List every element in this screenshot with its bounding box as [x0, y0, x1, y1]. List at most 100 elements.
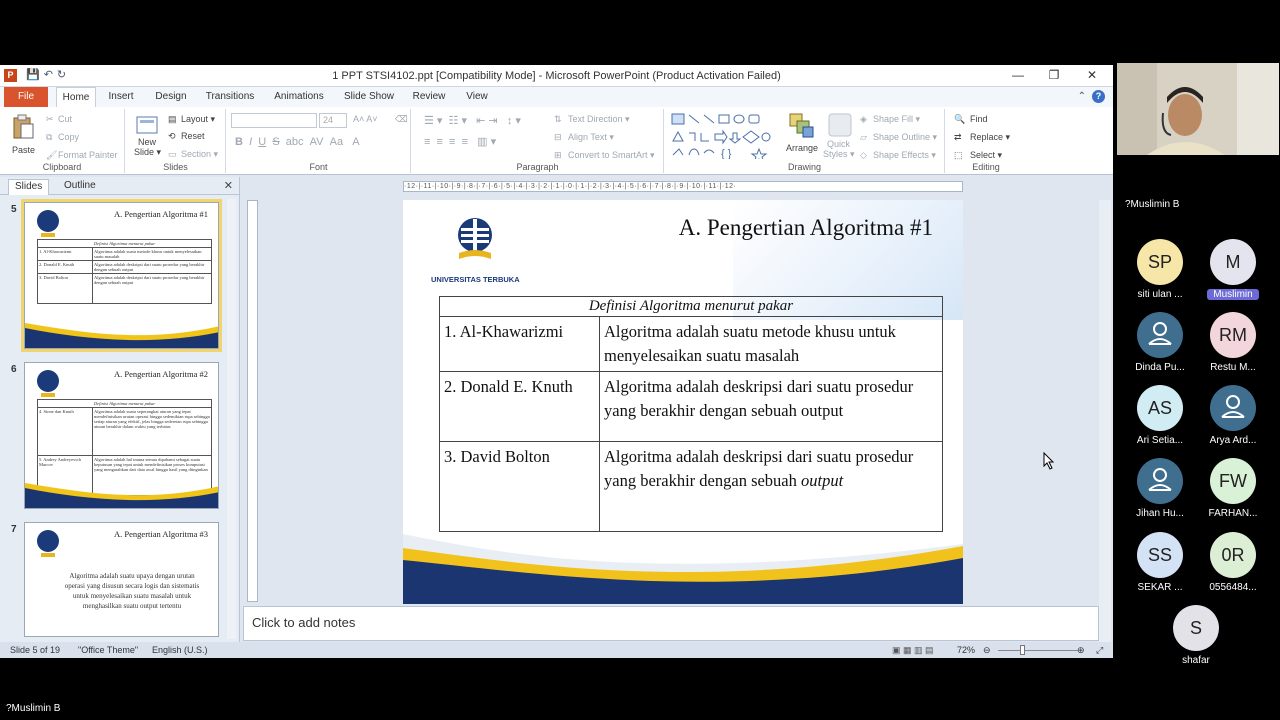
new-slide-button-line2[interactable]: Slide ▾ — [134, 147, 161, 158]
window-title: 1 PPT STSI4102.ppt [Compatibility Mode] … — [332, 70, 781, 82]
university-logo-icon — [37, 210, 59, 237]
cut-button[interactable]: Cut — [58, 114, 72, 124]
paste-button[interactable]: Paste — [12, 145, 35, 155]
view-buttons-icon[interactable]: ▣ ▦ ▥ ▤ — [892, 645, 934, 656]
tab-animations[interactable]: Animations — [269, 87, 329, 107]
slide-wave-decoration — [403, 534, 963, 604]
help-icon[interactable]: ? — [1092, 90, 1105, 103]
shapes-gallery-icon[interactable]: { } — [671, 113, 775, 159]
text-direction-button[interactable]: Text Direction ▾ — [568, 114, 630, 125]
participant-avatar[interactable]: FW — [1210, 458, 1256, 504]
tab-slides[interactable]: Slides — [8, 179, 50, 195]
tab-insert[interactable]: Insert — [101, 87, 141, 107]
new-slide-button-line1[interactable]: New — [138, 137, 156, 147]
zoom-slider[interactable] — [998, 650, 1078, 651]
slide-title[interactable]: A. Pengertian Algoritma #1 — [679, 215, 933, 241]
font-name-box[interactable] — [231, 113, 317, 128]
participant-avatar[interactable] — [1137, 312, 1183, 358]
font-style-icons[interactable]: B I U S abc AV Aa A — [235, 136, 360, 148]
fit-slide-icon[interactable]: ⤢ — [1096, 645, 1103, 656]
shape-effects-button[interactable]: Shape Effects ▾ — [873, 150, 936, 161]
participant-name: 0556484... — [1209, 582, 1257, 593]
thumbnail-body: Algoritma adalah suatu upaya dengan urut… — [64, 572, 200, 610]
tab-home[interactable]: Home — [56, 87, 96, 107]
new-slide-icon[interactable] — [136, 115, 160, 135]
shape-outline-button[interactable]: Shape Outline ▾ — [873, 132, 937, 143]
tab-transitions[interactable]: Transitions — [201, 87, 259, 107]
thumbnail-title: A. Pengertian Algoritma #2 — [114, 369, 208, 379]
align-text-button[interactable]: Align Text ▾ — [568, 132, 614, 143]
definition-output: output — [801, 401, 844, 420]
section-button[interactable]: Section ▾ — [181, 149, 218, 160]
shape-fill-button[interactable]: Shape Fill ▾ — [873, 114, 920, 125]
tab-review[interactable]: Review — [408, 87, 450, 107]
minimize-ribbon-icon[interactable]: ⌃ — [1078, 91, 1086, 102]
slide-canvas[interactable]: UNIVERSITAS TERBUKA A. Pengertian Algori… — [403, 200, 963, 604]
drawing-group: { } Arrange Quick Styles ▾ ◈ Shape Fill … — [665, 109, 945, 173]
zoom-in-icon[interactable]: ⊕ — [1077, 645, 1085, 656]
participant-avatar[interactable]: M — [1210, 239, 1256, 285]
close-button[interactable]: ✕ — [1074, 68, 1110, 82]
slides-group: New Slide ▾ ▤ Layout ▾ ⟲ Reset ▭ Section… — [126, 109, 226, 173]
close-panel-icon[interactable]: ✕ — [224, 179, 233, 192]
tab-design[interactable]: Design — [150, 87, 192, 107]
thumbnail-number: 6 — [11, 364, 17, 375]
participant-avatar[interactable]: RM — [1210, 312, 1256, 358]
table-row: 1. Al-Khawarizmi Algoritma adalah suatu … — [439, 316, 943, 372]
expert-name: 2. Donald E. Knuth — [439, 371, 600, 442]
copy-button[interactable]: Copy — [58, 132, 79, 142]
tab-view[interactable]: View — [459, 87, 495, 107]
participant-name: Ari Setia... — [1136, 435, 1184, 446]
editor-scrollbar[interactable] — [1099, 200, 1111, 655]
slides-label: Slides — [163, 162, 188, 172]
slide-thumbnail-6[interactable]: A. Pengertian Algoritma #2 Definisi Algo… — [24, 362, 219, 509]
participant-avatar[interactable] — [1137, 458, 1183, 504]
grow-font-icon[interactable]: A˄ A˅ — [353, 114, 378, 124]
zoom-level[interactable]: 72% — [957, 645, 975, 655]
layout-button[interactable]: Layout ▾ — [181, 114, 215, 125]
quick-styles-button-line1[interactable]: Quick — [827, 139, 850, 149]
format-painter-icon: 🖌 — [46, 150, 58, 160]
definition-table[interactable]: Definisi Algoritma menurut pakar 1. Al-K… — [439, 296, 943, 532]
zoom-out-icon[interactable]: ⊖ — [983, 645, 991, 656]
participant-avatar[interactable]: SP — [1137, 239, 1183, 285]
convert-smartart-button[interactable]: Convert to SmartArt ▾ — [568, 150, 655, 161]
minimize-button[interactable]: — — [1000, 68, 1036, 82]
thumbnail-table-header: Definisi Algoritma menurut pakar — [37, 399, 212, 408]
slide-thumbnail-7[interactable]: A. Pengertian Algoritma #3 Algoritma ada… — [24, 522, 219, 637]
clear-format-icon[interactable]: ⌫ — [395, 114, 408, 125]
align-text-icon: ⊟ — [554, 132, 562, 142]
format-painter-button[interactable]: Format Painter — [58, 150, 118, 160]
select-button[interactable]: Select ▾ — [970, 150, 1002, 161]
participant-initials: M — [1225, 252, 1241, 272]
participant-avatar[interactable]: SS — [1137, 532, 1183, 578]
slide-thumbnail-5[interactable]: A. Pengertian Algoritma #1 Definisi Algo… — [21, 199, 222, 352]
arrange-icon[interactable] — [789, 113, 815, 139]
arrange-button[interactable]: Arrange — [786, 143, 818, 153]
language[interactable]: English (U.S.) — [152, 645, 208, 655]
participant-avatar[interactable]: AS — [1137, 385, 1183, 431]
participant-avatar[interactable]: 0R — [1210, 532, 1256, 578]
tab-file[interactable]: File — [4, 87, 48, 107]
align-icons[interactable]: ≡ ≡ ≡ ≡ ▥ ▾ — [424, 135, 496, 148]
quick-styles-button-line2[interactable]: Styles ▾ — [823, 149, 855, 160]
font-size-box[interactable]: 24 — [319, 113, 347, 128]
participant-avatar[interactable] — [1210, 385, 1256, 431]
notes-pane[interactable]: Click to add notes — [243, 606, 1099, 641]
participant-initials: S — [1189, 618, 1202, 638]
zoom-slider-thumb[interactable] — [1020, 645, 1025, 655]
panel-scrollbar[interactable] — [227, 199, 236, 639]
reset-button[interactable]: Reset — [181, 131, 205, 141]
participant-initials: FW — [1219, 471, 1247, 491]
list-icons[interactable]: ☰ ▾ ☷ ▾ ⇤ ⇥ ↕ ▾ — [424, 114, 521, 127]
quick-styles-icon[interactable] — [828, 113, 852, 137]
replace-button[interactable]: Replace ▾ — [970, 132, 1010, 143]
paste-icon[interactable] — [12, 114, 34, 140]
restore-button[interactable]: ❐ — [1036, 68, 1072, 82]
horizontal-ruler: ·12·|·11·|·10·|·9·|·8·|·7·|·6·|·5·|·4·|·… — [403, 181, 963, 192]
participant-avatar[interactable]: S — [1173, 605, 1219, 651]
replace-icon: ⇄ — [954, 132, 962, 142]
tab-slide-show[interactable]: Slide Show — [340, 87, 398, 107]
find-button[interactable]: Find — [970, 114, 988, 124]
tab-outline[interactable]: Outline — [58, 179, 102, 195]
